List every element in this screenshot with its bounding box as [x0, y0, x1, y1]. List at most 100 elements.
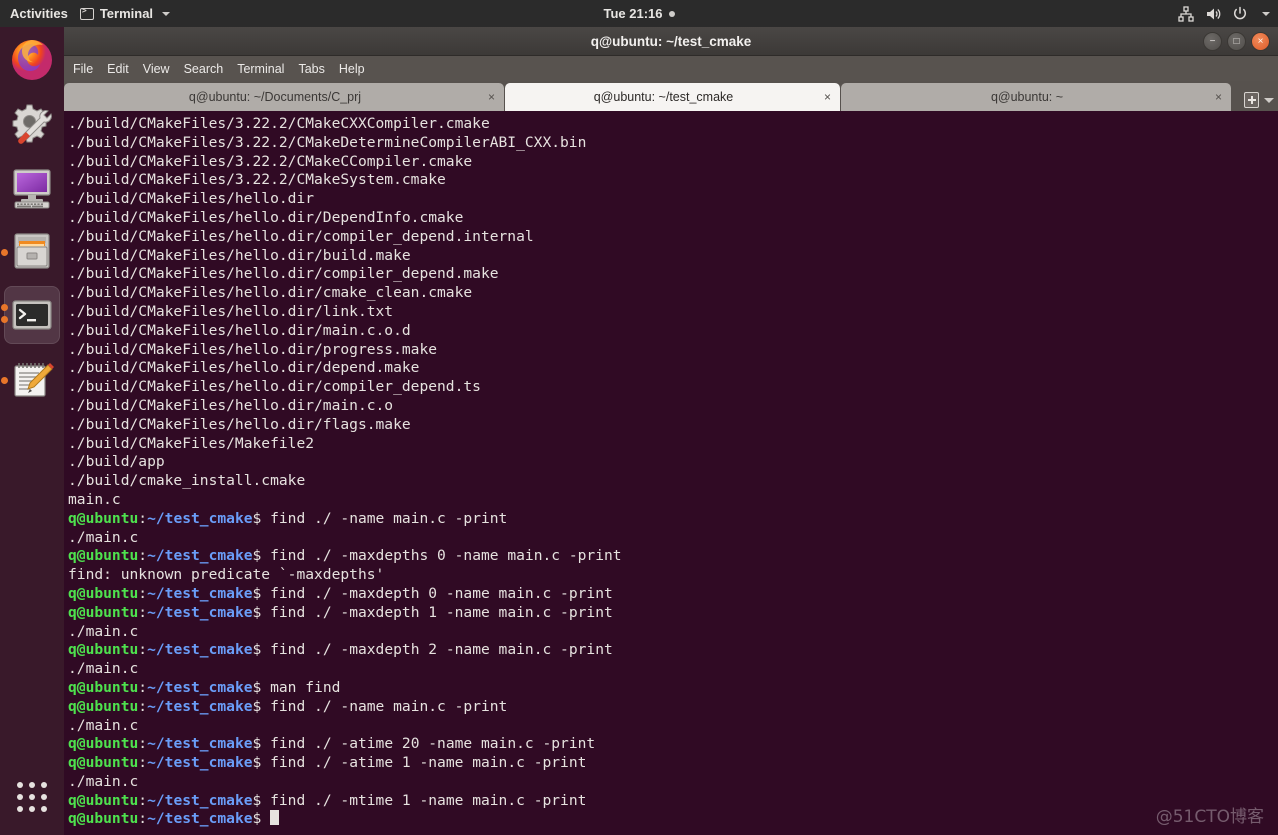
chevron-down-icon[interactable]: [1264, 97, 1274, 103]
running-indicator-dot: [1, 249, 8, 256]
prompt-path: ~/test_cmake: [147, 735, 253, 753]
window-controls: − □ ×: [1203, 32, 1270, 51]
power-icon: [1233, 6, 1247, 19]
show-applications-button[interactable]: [0, 769, 64, 825]
dock-item-firefox[interactable]: [0, 27, 64, 91]
terminal-prompt-line: q@ubuntu:~/test_cmake$ find ./ -mtime 1 …: [68, 792, 1278, 811]
terminal-prompt-line: q@ubuntu:~/test_cmake$: [68, 810, 1278, 829]
tab-home[interactable]: q@ubuntu: ~ ×: [841, 83, 1231, 111]
terminal-icon: [12, 300, 52, 330]
top-bar-app-menu[interactable]: Terminal: [79, 6, 171, 21]
terminal-output-line: ./build/CMakeFiles/hello.dir/DependInfo.…: [68, 208, 464, 226]
close-icon[interactable]: ×: [1215, 91, 1222, 103]
maximize-button[interactable]: □: [1227, 32, 1246, 51]
prompt-user-host: q@ubuntu: [68, 547, 139, 565]
terminal-command: man find: [261, 678, 341, 696]
menu-help[interactable]: Help: [339, 62, 365, 76]
launcher-dock: [0, 27, 64, 835]
dock-item-software-tools[interactable]: [0, 91, 64, 155]
tab-label: q@ubuntu: ~/Documents/C_prj: [188, 90, 362, 104]
terminal-output[interactable]: ./build/CMakeFiles/3.22.2/CMakeCXXCompil…: [64, 111, 1278, 835]
terminal-command: find ./ -mtime 1 -name main.c -print: [261, 791, 587, 809]
window-title: q@ubuntu: ~/test_cmake: [590, 33, 752, 49]
close-icon[interactable]: ×: [488, 91, 495, 103]
terminal-output-line: ./build/CMakeFiles/hello.dir/cmake_clean…: [68, 284, 473, 302]
terminal-command: find ./ -name main.c -print: [261, 697, 508, 715]
tab-label: q@ubuntu: ~/test_cmake: [593, 90, 734, 104]
window-title-bar[interactable]: q@ubuntu: ~/test_cmake − □ ×: [64, 27, 1278, 56]
tab-documents-c-prj[interactable]: q@ubuntu: ~/Documents/C_prj ×: [64, 83, 504, 111]
prompt-separator: :: [138, 678, 148, 696]
close-icon[interactable]: ×: [824, 91, 831, 103]
prompt-user-host: q@ubuntu: [68, 735, 139, 753]
dock-item-files[interactable]: [0, 219, 64, 283]
text-cursor: [270, 810, 280, 826]
terminal-output-line: ./build/CMakeFiles/3.22.2/CMakeSystem.cm…: [68, 171, 446, 189]
prompt-separator: :: [138, 584, 148, 602]
clock-label[interactable]: Tue 21:16: [603, 6, 662, 21]
prompt-path: ~/test_cmake: [147, 603, 253, 621]
dock-item-displays[interactable]: [0, 155, 64, 219]
prompt-path: ~/test_cmake: [147, 697, 253, 715]
prompt-path: ~/test_cmake: [147, 754, 253, 772]
terminal-command: find ./ -maxdepth 0 -name main.c -print: [261, 584, 613, 602]
terminal-icon: [79, 6, 94, 20]
prompt-separator: :: [138, 791, 148, 809]
terminal-output-line: ./main.c: [68, 528, 139, 546]
dock-item-terminal[interactable]: [0, 283, 64, 347]
tab-test-cmake[interactable]: q@ubuntu: ~/test_cmake ×: [505, 83, 840, 111]
prompt-user-host: q@ubuntu: [68, 584, 139, 602]
prompt-path: ~/test_cmake: [147, 584, 253, 602]
terminal-output-line: ./build/app: [68, 453, 165, 471]
terminal-output-line: ./build/CMakeFiles/3.22.2/CMakeCXXCompil…: [68, 115, 490, 132]
terminal-output-line: ./build/CMakeFiles/hello.dir/depend.make: [68, 359, 420, 377]
chevron-down-icon: [162, 11, 171, 16]
prompt-user-host: q@ubuntu: [68, 678, 139, 696]
prompt-separator: :: [138, 810, 148, 828]
menu-terminal[interactable]: Terminal: [237, 62, 284, 76]
system-menu[interactable]: [1178, 5, 1270, 22]
terminal-command: find ./ -atime 1 -name main.c -print: [261, 754, 587, 772]
menu-view[interactable]: View: [143, 62, 170, 76]
terminal-output-line: ./main.c: [68, 716, 139, 734]
terminal-output-line: ./build/CMakeFiles/hello.dir/compiler_de…: [68, 227, 534, 245]
terminal-prompt-line: q@ubuntu:~/test_cmake$ find ./ -maxdepth…: [68, 547, 1278, 566]
prompt-separator: :: [138, 641, 148, 659]
menu-file[interactable]: File: [73, 62, 93, 76]
notification-dot-icon: [668, 10, 675, 17]
terminal-output-line: ./build/CMakeFiles/hello.dir/compiler_de…: [68, 378, 481, 396]
terminal-output-line: ./build/CMakeFiles/3.22.2/CMakeDetermine…: [68, 133, 587, 151]
prompt-sign: $: [252, 547, 262, 565]
terminal-output-line: ./build/CMakeFiles/hello.dir/main.c.o.d: [68, 321, 411, 339]
activities-button[interactable]: Activities: [0, 6, 80, 21]
file-cabinet-icon: [14, 233, 50, 269]
terminal-output-line: ./build/CMakeFiles/Makefile2: [68, 434, 315, 452]
terminal-output-line: main.c: [68, 490, 121, 508]
prompt-separator: :: [138, 603, 148, 621]
new-tab-button[interactable]: [1244, 92, 1274, 108]
new-tab-icon: [1244, 92, 1259, 108]
close-button[interactable]: ×: [1251, 32, 1270, 51]
terminal-output-line: find: unknown predicate `-maxdepths': [68, 566, 385, 584]
terminal-output-line: ./build/CMakeFiles/hello.dir/main.c.o: [68, 396, 394, 414]
prompt-sign: $: [252, 754, 262, 772]
prompt-sign: $: [252, 735, 262, 753]
minimize-button[interactable]: −: [1203, 32, 1222, 51]
dock-item-text-editor[interactable]: [0, 347, 64, 411]
terminal-prompt-line: q@ubuntu:~/test_cmake$ man find: [68, 679, 1278, 698]
prompt-user-host: q@ubuntu: [68, 641, 139, 659]
terminal-output-line: ./build/CMakeFiles/hello.dir/link.txt: [68, 302, 394, 320]
menu-search[interactable]: Search: [184, 62, 224, 76]
chevron-down-icon: [1262, 11, 1270, 16]
menu-edit[interactable]: Edit: [107, 62, 129, 76]
prompt-path: ~/test_cmake: [147, 678, 253, 696]
firefox-icon: [12, 40, 52, 80]
tab-bar: q@ubuntu: ~/Documents/C_prj × q@ubuntu: …: [64, 81, 1278, 111]
terminal-prompt-line: q@ubuntu:~/test_cmake$ find ./ -maxdepth…: [68, 585, 1278, 604]
desktop-screen: Activities Terminal Tue 21:16: [0, 0, 1278, 835]
terminal-output-line: ./build/CMakeFiles/hello.dir/build.make: [68, 246, 411, 264]
prompt-sign: $: [252, 509, 262, 527]
prompt-separator: :: [138, 754, 148, 772]
terminal-prompt-line: q@ubuntu:~/test_cmake$ find ./ -atime 20…: [68, 735, 1278, 754]
menu-tabs[interactable]: Tabs: [298, 62, 324, 76]
